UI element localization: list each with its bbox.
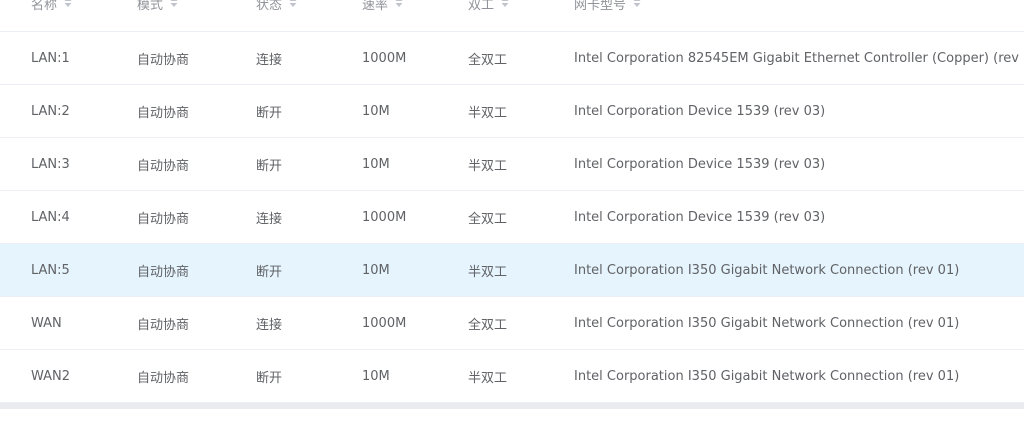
table-row[interactable]: WAN 自动协商 连接 1000M 全双工 Intel Corporation I350 … [0, 297, 1024, 350]
table-header: 名称 模式 状态 速率 双工 网卡型号 [0, 0, 1024, 32]
cell-state: 断开 [256, 264, 283, 280]
cell-duplex: 半双工 [468, 158, 508, 174]
cell-rate: 10M [362, 368, 390, 384]
sort-caret-icon[interactable] [170, 0, 178, 8]
cell-duplex: 全双工 [468, 317, 508, 333]
cell-rate: 10M [362, 262, 390, 278]
column-header-name[interactable]: 名称 [31, 0, 72, 25]
cell-name: LAN:5 [31, 262, 70, 278]
cell-name: WAN [31, 315, 62, 331]
sort-caret-icon[interactable] [64, 0, 72, 8]
table-row[interactable]: LAN:4 自动协商 连接 1000M 全双工 Intel Corporation Dev… [0, 191, 1024, 244]
column-header-state[interactable]: 状态 [256, 0, 297, 25]
column-header-label: 状态 [256, 0, 283, 13]
cell-model: Intel Corporation I350 Gigabit Network C… [574, 315, 960, 331]
sort-caret-icon[interactable] [501, 0, 509, 8]
horizontal-scrollbar[interactable] [0, 403, 1024, 409]
table-row[interactable]: LAN:5 自动协商 断开 10M 半双工 Intel Corporation I350 … [0, 244, 1024, 297]
cell-model: Intel Corporation I350 Gigabit Network C… [574, 262, 960, 278]
cell-mode: 自动协商 [137, 264, 190, 280]
cell-name: LAN:4 [31, 209, 70, 225]
sort-caret-icon[interactable] [289, 0, 297, 8]
cell-name: LAN:3 [31, 156, 70, 172]
cell-name: LAN:2 [31, 103, 70, 119]
cell-duplex: 全双工 [468, 211, 508, 227]
cell-rate: 10M [362, 103, 390, 119]
cell-state: 断开 [256, 158, 283, 174]
table-row[interactable]: WAN2 自动协商 断开 10M 半双工 Intel Corporation I350 G… [0, 350, 1024, 403]
cell-state: 断开 [256, 370, 283, 386]
cell-mode: 自动协商 [137, 211, 190, 227]
cell-model: Intel Corporation Device 1539 (rev 03) [574, 209, 826, 225]
column-header-label: 网卡型号 [574, 0, 627, 13]
cell-duplex: 半双工 [468, 370, 508, 386]
column-header-label: 速率 [362, 0, 389, 13]
cell-name: LAN:1 [31, 50, 70, 66]
cell-mode: 自动协商 [137, 158, 190, 174]
cell-duplex: 全双工 [468, 52, 508, 68]
network-interface-table: 名称 模式 状态 速率 双工 网卡型号 LAN:1 自动协商 连接 1000M 全双工 I… [0, 0, 1024, 404]
cell-rate: 1000M [362, 50, 407, 66]
table-row[interactable]: LAN:2 自动协商 断开 10M 半双工 Intel Corporation Devic… [0, 85, 1024, 138]
cell-mode: 自动协商 [137, 317, 190, 333]
cell-model: Intel Corporation Device 1539 (rev 03) [574, 103, 826, 119]
cell-state: 断开 [256, 105, 283, 121]
column-header-mode[interactable]: 模式 [137, 0, 178, 25]
sort-caret-icon[interactable] [395, 0, 403, 8]
sort-caret-icon[interactable] [633, 0, 641, 8]
column-header-duplex[interactable]: 双工 [468, 0, 509, 25]
cell-state: 连接 [256, 211, 283, 227]
column-header-label: 名称 [31, 0, 58, 13]
cell-model: Intel Corporation Device 1539 (rev 03) [574, 156, 826, 172]
cell-mode: 自动协商 [137, 52, 190, 68]
column-header-label: 模式 [137, 0, 164, 13]
cell-rate: 1000M [362, 209, 407, 225]
cell-rate: 10M [362, 156, 390, 172]
cell-name: WAN2 [31, 368, 71, 384]
cell-model: Intel Corporation I350 Gigabit Network C… [574, 368, 960, 384]
cell-duplex: 半双工 [468, 105, 508, 121]
cell-model: Intel Corporation 82545EM Gigabit Ethern… [574, 50, 1024, 66]
table-row[interactable]: LAN:1 自动协商 连接 1000M 全双工 Intel Corporation 825… [0, 32, 1024, 85]
cell-state: 连接 [256, 52, 283, 68]
cell-state: 连接 [256, 317, 283, 333]
column-header-rate[interactable]: 速率 [362, 0, 403, 25]
column-header-label: 双工 [468, 0, 495, 13]
table-row[interactable]: LAN:3 自动协商 断开 10M 半双工 Intel Corporation Devic… [0, 138, 1024, 191]
cell-mode: 自动协商 [137, 370, 190, 386]
cell-mode: 自动协商 [137, 105, 190, 121]
cell-rate: 1000M [362, 315, 407, 331]
column-header-model[interactable]: 网卡型号 [574, 0, 641, 25]
cell-duplex: 半双工 [468, 264, 508, 280]
